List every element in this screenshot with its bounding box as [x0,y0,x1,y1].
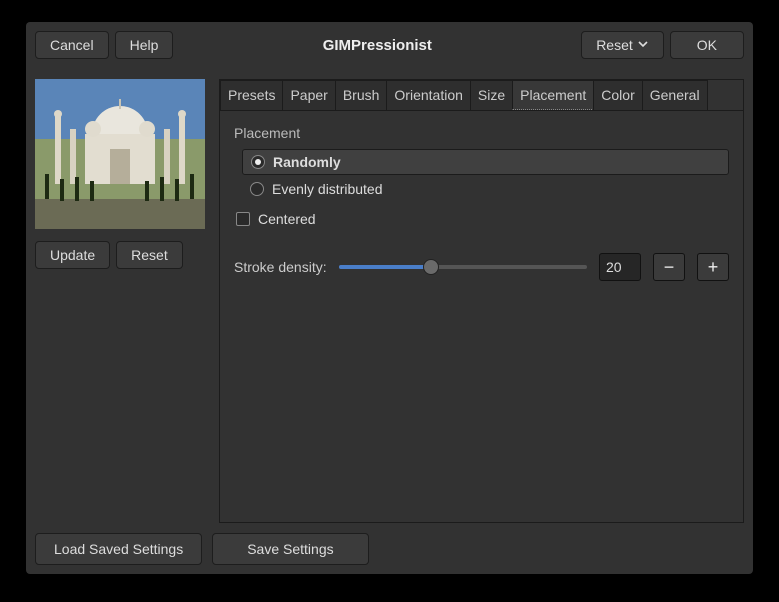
checkbox-icon [236,212,250,226]
section-heading: Placement [234,125,729,141]
checkbox-label: Centered [258,211,316,227]
footer: Load Saved Settings Save Settings [35,533,744,565]
stroke-density-slider[interactable] [339,265,587,269]
preview-column: Update Reset [35,79,205,523]
reset-label: Reset [596,37,633,53]
stroke-density-value[interactable]: 20 [599,253,641,281]
radio-randomly[interactable]: Randomly [242,149,729,175]
preview-reset-button[interactable]: Reset [116,241,183,269]
tab-presets[interactable]: Presets [220,80,283,110]
chevron-down-icon [637,37,649,53]
reset-dropdown-button[interactable]: Reset [581,31,664,59]
tab-brush[interactable]: Brush [335,80,388,110]
radio-label: Evenly distributed [272,181,383,197]
cancel-button[interactable]: Cancel [35,31,109,59]
tab-bar: Presets Paper Brush Orientation Size Pla… [220,80,743,111]
preview-buttons: Update Reset [35,241,183,269]
gimpressionist-dialog: Cancel Help GIMPressionist Reset OK [26,22,753,574]
load-saved-settings-button[interactable]: Load Saved Settings [35,533,202,565]
content-area: Update Reset Presets Paper Brush Orienta… [35,79,744,523]
slider-fill [339,265,431,269]
titlebar: Cancel Help GIMPressionist Reset OK [35,31,744,59]
slider-thumb[interactable] [423,259,439,275]
tab-color[interactable]: Color [593,80,642,110]
tab-orientation[interactable]: Orientation [386,80,470,110]
tab-placement[interactable]: Placement [512,80,594,110]
help-button[interactable]: Help [115,31,174,59]
radio-icon [251,155,265,169]
centered-checkbox-row[interactable]: Centered [236,211,729,227]
placement-panel: Placement Randomly Evenly distributed Ce… [220,111,743,295]
settings-panel: Presets Paper Brush Orientation Size Pla… [219,79,744,523]
dialog-title: GIMPressionist [179,37,575,54]
update-button[interactable]: Update [35,241,110,269]
decrement-button[interactable]: − [653,253,685,281]
stroke-density-label: Stroke density: [234,259,327,275]
tab-general[interactable]: General [642,80,708,110]
save-settings-button[interactable]: Save Settings [212,533,368,565]
tab-paper[interactable]: Paper [282,80,335,110]
ok-button[interactable]: OK [670,31,744,59]
radio-label: Randomly [273,154,341,170]
preview-image [35,79,205,229]
increment-button[interactable]: + [697,253,729,281]
radio-icon [250,182,264,196]
stroke-density-row: Stroke density: 20 − + [234,253,729,281]
radio-evenly-distributed[interactable]: Evenly distributed [242,177,729,201]
tab-size[interactable]: Size [470,80,513,110]
